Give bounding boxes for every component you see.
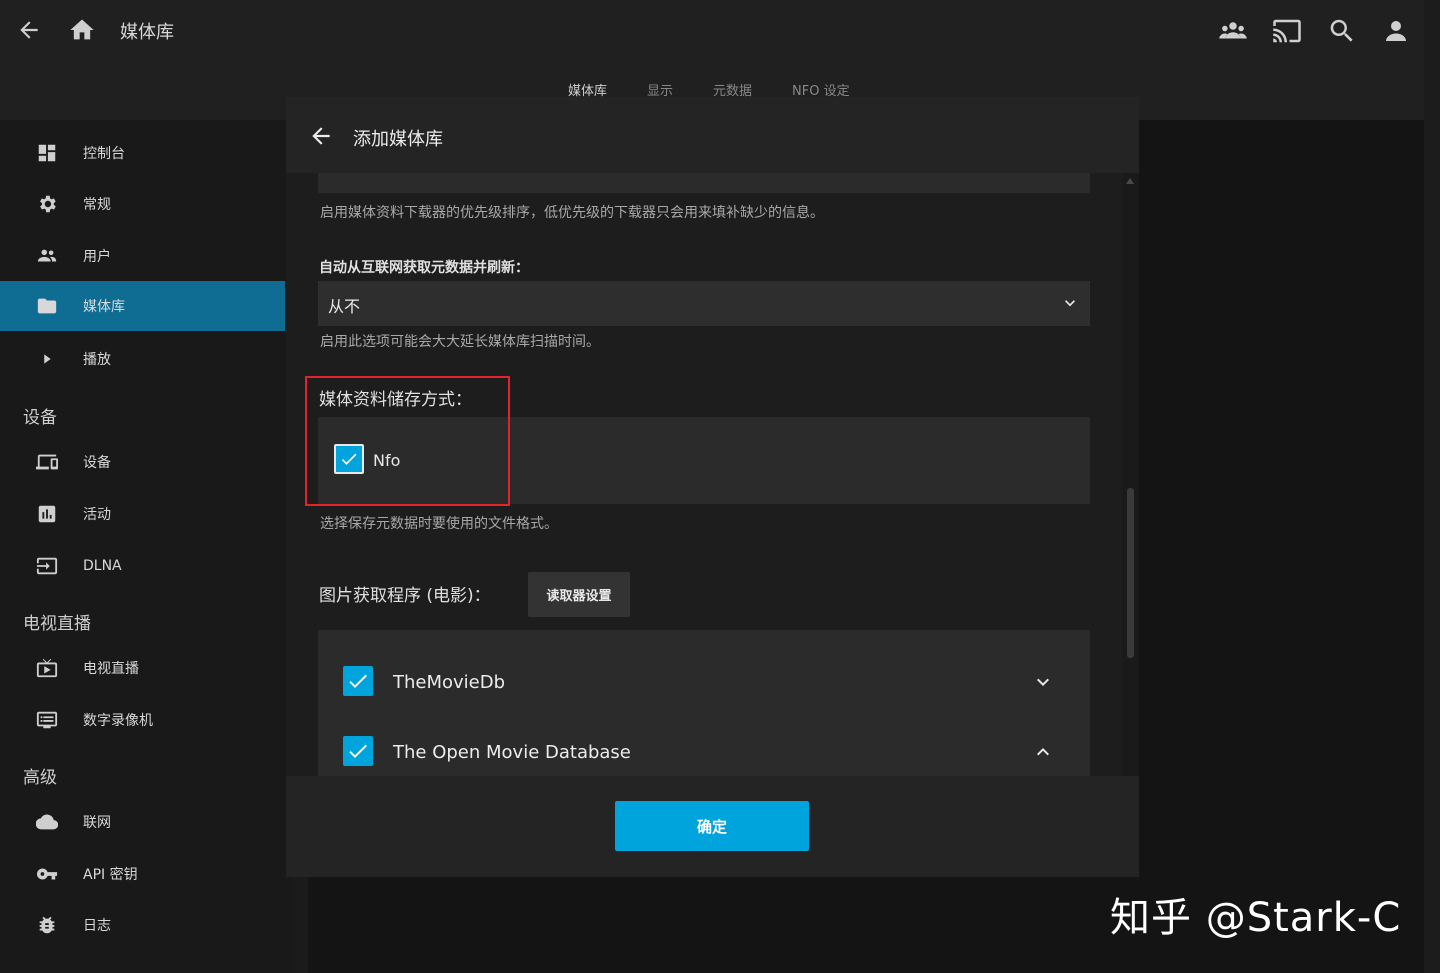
live-tv-icon <box>36 658 58 678</box>
metadata-saver-list: Nfo <box>318 417 1090 504</box>
devices-icon <box>36 454 58 470</box>
folder-icon <box>37 298 57 314</box>
sidebar-item-label: DLNA <box>83 558 122 574</box>
nfo-checkbox[interactable] <box>334 444 364 474</box>
sidebar-item-label: 常规 <box>83 197 111 213</box>
dashboard-icon <box>38 144 56 162</box>
sidebar-item-dashboard[interactable]: 控制台 <box>0 128 285 178</box>
auto-refresh-value: 从不 <box>328 297 361 316</box>
downloader-priority-description: 启用媒体资料下载器的优先级排序，低优先级的下载器只会用来填补缺少的信息。 <box>320 205 824 221</box>
home-icon[interactable] <box>68 16 96 44</box>
fetcher-name: The Open Movie Database <box>393 742 631 763</box>
sidebar-item-api-keys[interactable]: API 密钥 <box>0 849 285 899</box>
users-icon <box>37 249 57 262</box>
chevron-down-icon <box>1065 300 1075 307</box>
fetcher-name: TheMovieDb <box>393 672 506 693</box>
nfo-option-label: Nfo <box>373 451 401 470</box>
sidebar-item-label: 设备 <box>83 455 111 471</box>
sidebar-item-devices[interactable]: 设备 <box>0 437 285 487</box>
dialog-header: 添加媒体库 <box>286 97 1139 173</box>
user-account-icon[interactable] <box>1381 16 1411 46</box>
page-title: 媒体库 <box>120 22 174 43</box>
page-scrollbar[interactable] <box>1424 0 1440 973</box>
dlna-icon <box>36 557 58 575</box>
key-icon <box>36 868 58 880</box>
metadata-saver-label: 媒体资料储存方式： <box>319 390 472 410</box>
auto-refresh-select[interactable]: 从不 <box>318 281 1090 326</box>
sidebar-item-logs[interactable]: 日志 <box>0 900 285 950</box>
image-fetcher-list: TheMovieDb The Open Movie Database <box>318 630 1090 776</box>
dvr-icon <box>36 711 58 729</box>
fetcher-settings-button[interactable]: 读取器设置 <box>528 572 630 617</box>
dialog-title: 添加媒体库 <box>353 129 443 150</box>
bug-icon <box>39 916 55 934</box>
sidebar-item-label: 电视直播 <box>83 661 139 677</box>
checkmark-icon <box>341 453 357 465</box>
scroll-up-arrow-icon[interactable] <box>1126 178 1134 184</box>
auto-refresh-description: 启用此选项可能会大大延长媒体库扫描时间。 <box>320 334 600 350</box>
sidebar-section-livetv: 电视直播 <box>23 614 91 634</box>
ok-button[interactable]: 确定 <box>615 801 809 851</box>
dialog-scrollbar[interactable] <box>1122 173 1139 776</box>
dialog-footer: 确定 <box>286 776 1139 877</box>
metadata-saver-description: 选择保存元数据时要使用的文件格式。 <box>320 516 558 532</box>
gear-icon <box>40 195 56 213</box>
users-group-icon[interactable] <box>1218 16 1248 46</box>
sidebar-item-activity[interactable]: 活动 <box>0 489 285 539</box>
sidebar-item-label: 控制台 <box>83 146 125 162</box>
chevron-up-icon[interactable] <box>1031 740 1055 764</box>
checkmark-icon <box>349 674 367 688</box>
back-arrow-icon[interactable] <box>308 123 334 149</box>
checkmark-icon <box>349 744 367 758</box>
sidebar-item-users[interactable]: 用户 <box>0 231 285 281</box>
activity-icon <box>38 505 56 523</box>
sidebar-section-devices: 设备 <box>23 408 57 428</box>
cast-icon[interactable] <box>1272 16 1302 46</box>
play-icon <box>44 354 51 364</box>
image-fetchers-label: 图片获取程序 (电影)： <box>319 586 491 606</box>
list-item[interactable]: The Open Movie Database <box>318 730 1090 776</box>
chevron-down-icon[interactable] <box>1031 670 1055 694</box>
sidebar-item-label: 数字录像机 <box>83 713 153 729</box>
sidebar: 控制台 常规 用户 媒体库 播放 设备 设备 活动 DLNA 电视直播 电视直播… <box>0 120 292 973</box>
scrollbar-thumb[interactable] <box>1127 488 1134 658</box>
sidebar-item-label: API 密钥 <box>83 867 138 883</box>
add-library-dialog: 添加媒体库 启用媒体资料下载器的优先级排序，低优先级的下载器只会用来填补缺少的信… <box>286 97 1139 877</box>
dialog-scroll-content: 启用媒体资料下载器的优先级排序，低优先级的下载器只会用来填补缺少的信息。 自动从… <box>286 173 1122 776</box>
watermark-text: 知乎 @Stark-C <box>1110 895 1402 941</box>
list-item[interactable]: TheMovieDb <box>318 660 1090 710</box>
themoviedb-checkbox[interactable] <box>343 666 373 696</box>
sidebar-item-label: 日志 <box>83 918 111 934</box>
sidebar-item-label: 播放 <box>83 352 111 368</box>
sidebar-item-label: 联网 <box>83 815 111 831</box>
sidebar-item-dvr[interactable]: 数字录像机 <box>0 695 285 745</box>
sidebar-section-advanced: 高级 <box>23 768 57 788</box>
sidebar-item-networking[interactable]: 联网 <box>0 797 285 847</box>
cloud-icon <box>36 814 58 830</box>
sidebar-item-label: 活动 <box>83 507 111 523</box>
auto-refresh-label: 自动从互联网获取元数据并刷新： <box>319 260 529 276</box>
sidebar-item-playback[interactable]: 播放 <box>0 334 285 384</box>
omdb-checkbox[interactable] <box>343 736 373 766</box>
sidebar-item-livetv[interactable]: 电视直播 <box>0 643 285 693</box>
sidebar-item-label: 媒体库 <box>83 299 125 315</box>
sidebar-item-label: 用户 <box>83 249 111 265</box>
search-icon[interactable] <box>1327 16 1357 46</box>
downloader-list-bottom <box>318 173 1090 193</box>
back-arrow-icon[interactable] <box>16 16 42 44</box>
sidebar-item-library[interactable]: 媒体库 <box>0 281 285 331</box>
sidebar-item-dlna[interactable]: DLNA <box>0 541 285 591</box>
sidebar-item-general[interactable]: 常规 <box>0 179 285 229</box>
